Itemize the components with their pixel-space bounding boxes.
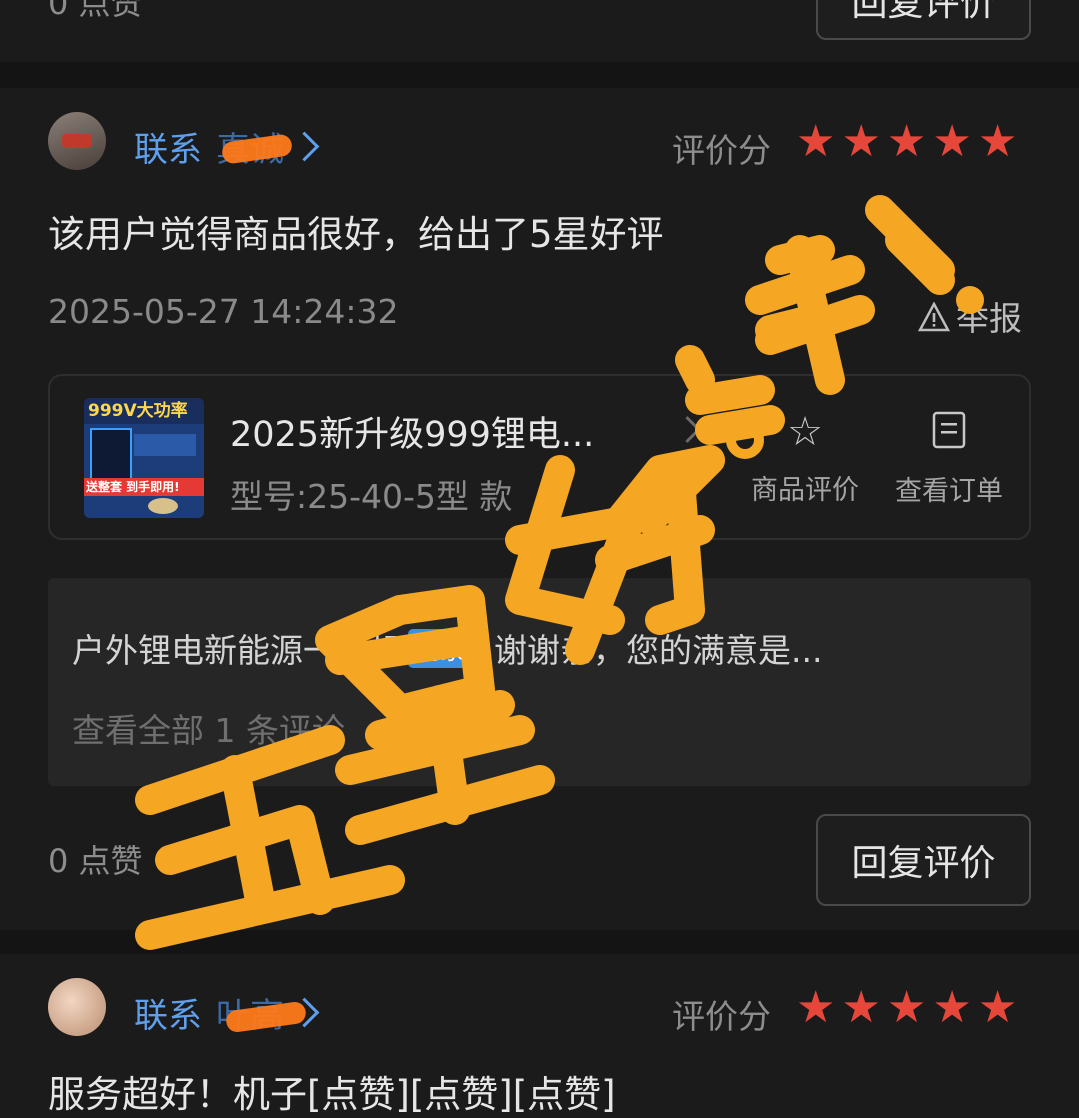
likes-count[interactable]: 0 点赞 <box>48 836 143 882</box>
star-icon: ★ <box>977 116 1018 167</box>
star-icon: ★ <box>841 116 881 167</box>
star-icon: ★ <box>932 116 972 167</box>
rating-stars: ★ ★ ★ ★ ★ <box>796 986 1017 1030</box>
star-icon: ★ <box>841 982 881 1033</box>
merchant-reply-line: 户外锂电新能源一体机 商家 谢谢亲，您的满意是... <box>72 624 822 672</box>
report-button[interactable]: 举报 <box>917 292 1022 340</box>
star-icon: ★ <box>796 982 836 1033</box>
report-label: 举报 <box>956 299 1022 338</box>
thumbnail-banner: 送整套 到手即用! <box>84 478 204 496</box>
prev-reply-review-button[interactable]: 回复评价 <box>816 0 1031 40</box>
order-list-icon <box>888 410 1010 459</box>
view-all-comments-link[interactable]: 查看全部 1 条评论 <box>72 704 345 752</box>
contact-prefix: 联系 <box>134 996 202 1036</box>
warning-icon <box>917 301 951 332</box>
star-icon: ★ <box>796 116 836 167</box>
product-model: 型号:25-40-5型 款 <box>230 477 513 516</box>
score-label: 评价分 <box>672 131 771 170</box>
star-icon: ★ <box>886 116 927 167</box>
product-reviews-label: 商品评价 <box>751 475 859 506</box>
avatar[interactable] <box>48 112 106 170</box>
star-icon: ★ <box>886 982 927 1033</box>
star-outline-icon: ☆ <box>787 409 823 455</box>
star-icon: ★ <box>977 982 1018 1033</box>
review-timestamp: 2025-05-27 14:24:32 <box>48 292 399 331</box>
product-card[interactable]: 999V大功率 送整套 到手即用! 2025新升级999锂电... 型号:25-… <box>48 374 1031 540</box>
merchant-reply-box[interactable]: 户外锂电新能源一体机 商家 谢谢亲，您的满意是... 查看全部 1 条评论 <box>48 578 1031 786</box>
star-icon: ★ <box>932 982 972 1033</box>
merchant-reply-text: 谢谢亲，您的满意是... <box>494 631 823 670</box>
thumbnail-caption: 999V大功率 <box>84 398 204 424</box>
section-divider <box>0 62 1079 88</box>
reply-review-button[interactable]: 回复评价 <box>816 814 1031 906</box>
merchant-name: 户外锂电新能源一体机 <box>72 631 402 670</box>
section-divider <box>0 930 1079 954</box>
review-text: 服务超好！机子[点赞][点赞][点赞] <box>48 1073 616 1116</box>
view-order-label: 查看订单 <box>895 476 1003 507</box>
review-text: 该用户觉得商品很好，给出了5星好评 <box>48 213 664 256</box>
product-title: 2025新升级999锂电... <box>230 415 595 455</box>
chevron-right-icon <box>289 131 320 162</box>
contact-prefix: 联系 <box>134 130 202 170</box>
view-order-button[interactable]: 查看订单 <box>888 410 1010 508</box>
avatar[interactable] <box>48 978 106 1036</box>
rating-stars: ★ ★ ★ ★ ★ <box>796 120 1017 164</box>
product-reviews-button[interactable]: ☆ 商品评价 <box>744 410 866 507</box>
product-thumbnail: 999V大功率 送整套 到手即用! <box>84 398 204 518</box>
chevron-right-icon <box>674 416 701 443</box>
merchant-badge: 商家 <box>408 628 472 668</box>
score-label: 评价分 <box>672 997 771 1036</box>
prev-likes-count: 0 点赞 <box>48 0 143 22</box>
